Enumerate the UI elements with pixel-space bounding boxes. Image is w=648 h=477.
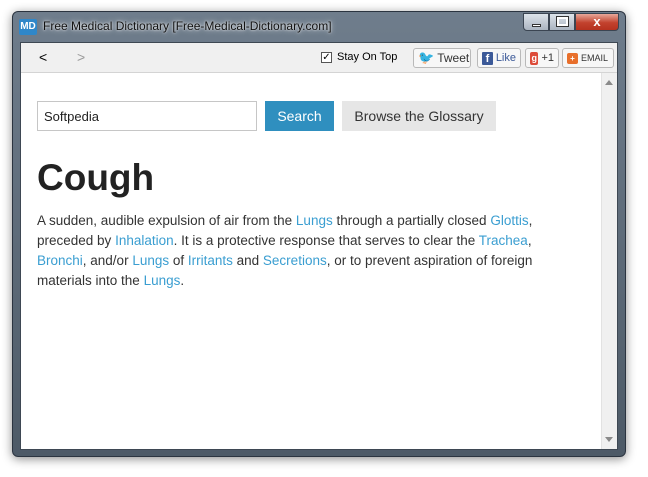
close-button[interactable]: x xyxy=(575,13,619,31)
definition-link[interactable]: Secretions xyxy=(263,253,327,268)
term-title: Cough xyxy=(37,157,155,198)
like-label: Like xyxy=(495,52,516,64)
content-pane: Search Browse the Glossary Cough A sudde… xyxy=(21,73,603,449)
email-share-icon: + xyxy=(567,52,578,64)
definition-link[interactable]: Bronchi xyxy=(37,253,83,268)
twitter-bird-icon: 🐦 xyxy=(418,50,435,65)
definition-link[interactable]: Inhalation xyxy=(115,233,174,248)
definition-text: , xyxy=(527,233,532,248)
back-button[interactable]: < xyxy=(39,49,47,65)
search-input[interactable] xyxy=(37,101,257,131)
vertical-scrollbar[interactable] xyxy=(601,73,617,449)
stay-on-top-label: Stay On Top xyxy=(337,51,398,63)
definition-link[interactable]: Lungs xyxy=(144,273,181,288)
title-bar[interactable]: MD Free Medical Dictionary [Free-Medical… xyxy=(13,12,625,42)
facebook-like-button[interactable]: f Like xyxy=(477,48,521,68)
close-icon: x xyxy=(593,14,601,29)
stay-on-top-checkbox[interactable]: ✓ xyxy=(321,51,332,63)
scroll-up-icon[interactable] xyxy=(605,80,613,85)
definition-link[interactable]: Glottis xyxy=(490,213,528,228)
maximize-icon xyxy=(556,16,569,27)
definition-link[interactable]: Irritants xyxy=(188,253,233,268)
toolbar: < > ✓ Stay On Top 🐦 Tweet f Like g +1 + … xyxy=(21,43,617,73)
term-definition: A sudden, audible expulsion of air from … xyxy=(37,211,577,291)
client-area: < > ✓ Stay On Top 🐦 Tweet f Like g +1 + … xyxy=(20,42,618,450)
search-button[interactable]: Search xyxy=(265,101,334,131)
definition-text: A sudden, audible expulsion of air from … xyxy=(37,213,296,228)
google-plus-icon: g xyxy=(530,51,539,65)
forward-button[interactable]: > xyxy=(77,49,85,65)
app-window: MD Free Medical Dictionary [Free-Medical… xyxy=(12,11,626,457)
definition-link[interactable]: Lungs xyxy=(132,253,169,268)
stay-on-top-toggle[interactable]: ✓ Stay On Top xyxy=(321,51,397,63)
gplus-label: +1 xyxy=(541,52,554,64)
definition-text: through a partially closed xyxy=(332,213,491,228)
window-title: Free Medical Dictionary [Free-Medical-Di… xyxy=(43,19,332,33)
definition-link[interactable]: Trachea xyxy=(479,233,528,248)
email-button[interactable]: + EMAIL xyxy=(562,48,614,68)
browse-glossary-button[interactable]: Browse the Glossary xyxy=(342,101,496,131)
definition-link[interactable]: Lungs xyxy=(296,213,333,228)
maximize-button[interactable] xyxy=(549,13,575,31)
tweet-button[interactable]: 🐦 Tweet xyxy=(413,48,471,68)
scroll-down-icon[interactable] xyxy=(605,437,613,442)
minimize-button[interactable] xyxy=(523,13,549,31)
tweet-label: Tweet xyxy=(437,51,470,65)
definition-text: . It is a protective response that serve… xyxy=(173,233,479,248)
definition-text: . xyxy=(180,273,185,288)
email-label: EMAIL xyxy=(581,53,609,63)
definition-text: of xyxy=(169,253,188,268)
caption-buttons: x xyxy=(523,13,619,31)
minimize-icon xyxy=(532,24,541,27)
facebook-icon: f xyxy=(482,51,493,65)
app-logo-icon: MD xyxy=(19,19,37,35)
definition-text: , and/or xyxy=(82,253,133,268)
definition-text: and xyxy=(232,253,263,268)
google-plus-button[interactable]: g +1 xyxy=(525,48,559,68)
